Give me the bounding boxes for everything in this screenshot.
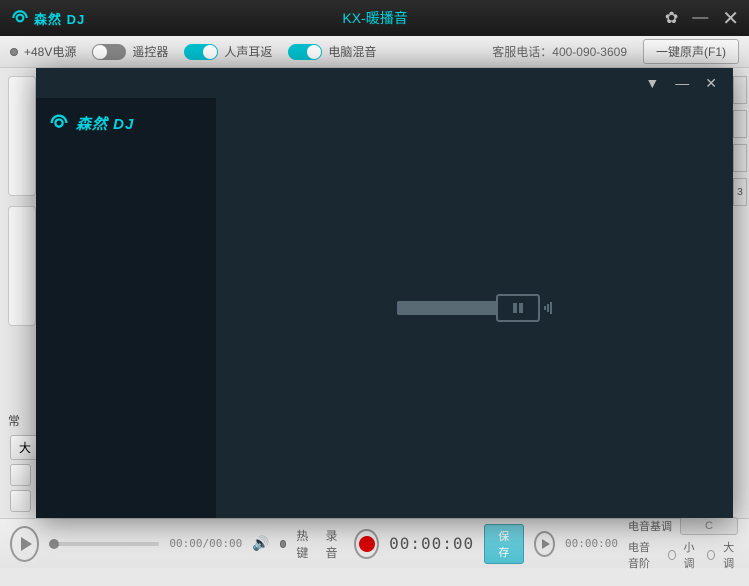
- pc-mix-label: 电脑混音: [328, 43, 376, 60]
- play-icon: [21, 537, 32, 551]
- pc-mix-toggle-group: 电脑混音: [288, 43, 376, 60]
- support-phone: 客服电话：400-090-3609: [492, 43, 627, 60]
- left-panel: [8, 76, 36, 336]
- save-button[interactable]: 保存: [484, 524, 523, 564]
- overlay-main: [216, 98, 733, 518]
- overlay-logo: 森然 DJ: [48, 112, 204, 134]
- volume-icon[interactable]: 🔊: [252, 535, 269, 552]
- tune-section: 电音基调 C 电音音阶 小调 大调: [628, 517, 739, 571]
- tune-key-dropdown[interactable]: C: [680, 517, 738, 535]
- play-recording-button[interactable]: [534, 531, 555, 557]
- device-overlay: ▼ — ✕ 森然 DJ: [36, 68, 733, 518]
- record-time: 00:00:00: [389, 534, 474, 553]
- play-icon: [542, 539, 550, 549]
- logo-text: 森然 DJ: [34, 9, 85, 28]
- usb-icon: [397, 294, 552, 322]
- bottom-bar: 00:00/00:00 🔊 热键 录音 00:00:00 保存 00:00:00…: [0, 518, 749, 568]
- major-label: 大调: [723, 539, 739, 571]
- record-icon: [359, 536, 375, 552]
- settings-icon[interactable]: ✿: [665, 8, 678, 28]
- right-tab[interactable]: [733, 144, 747, 172]
- overlay-header: ▼ — ✕: [36, 68, 733, 98]
- playback-slider[interactable]: [49, 542, 159, 546]
- logo-icon: [48, 112, 70, 134]
- dial-1[interactable]: [8, 76, 36, 196]
- remote-label: 遥控器: [132, 43, 168, 60]
- app-logo: 森然 DJ: [10, 8, 85, 28]
- window-controls: ✿ — ✕: [665, 6, 739, 31]
- right-tab-3[interactable]: 3: [733, 178, 747, 206]
- hotkey-led-icon: [280, 540, 287, 548]
- preset-button-empty2[interactable]: [10, 490, 31, 512]
- overlay-minimize-icon[interactable]: —: [675, 75, 689, 91]
- minimize-icon[interactable]: —: [692, 9, 708, 27]
- minor-label: 小调: [684, 539, 700, 571]
- remote-toggle-group: 遥控器: [92, 43, 168, 60]
- voice-return-label: 人声耳返: [224, 43, 272, 60]
- right-panel: 3: [733, 76, 747, 212]
- power-label: +48V电源: [24, 43, 76, 60]
- overlay-body: 森然 DJ: [36, 98, 733, 518]
- dial-2[interactable]: [8, 206, 36, 326]
- recording-playback-time: 00:00:00: [565, 537, 618, 550]
- overlay-dropdown-icon[interactable]: ▼: [645, 75, 659, 91]
- voice-return-toggle[interactable]: [184, 44, 218, 60]
- onekey-original-button[interactable]: 一键原声(F1): [643, 39, 739, 64]
- logo-icon: [10, 8, 30, 28]
- hotkey-label: 热键: [296, 527, 315, 561]
- playback-time: 00:00/00:00: [169, 537, 242, 550]
- power-led-icon: [10, 48, 18, 56]
- overlay-sidebar: 森然 DJ: [36, 98, 216, 518]
- record-button[interactable]: [354, 529, 379, 559]
- tune-title: 电音基调: [628, 518, 672, 534]
- close-icon[interactable]: ✕: [722, 6, 739, 31]
- voice-return-toggle-group: 人声耳返: [184, 43, 272, 60]
- title-bar: 森然 DJ KX-暖播音 ✿ — ✕: [0, 0, 749, 36]
- major-radio[interactable]: [707, 550, 715, 560]
- toolbar: +48V电源 遥控器 人声耳返 电脑混音 客服电话：400-090-3609 一…: [0, 36, 749, 68]
- tune-scale-label: 电音音阶: [628, 539, 660, 571]
- preset-button-empty1[interactable]: [10, 464, 31, 486]
- pc-mix-toggle[interactable]: [288, 44, 322, 60]
- phantom-power: +48V电源: [10, 43, 76, 60]
- minor-radio[interactable]: [668, 550, 676, 560]
- overlay-logo-text: 森然 DJ: [76, 113, 134, 134]
- right-tab[interactable]: [733, 76, 747, 104]
- right-tab[interactable]: [733, 110, 747, 138]
- record-label: 录音: [325, 527, 344, 561]
- overlay-close-icon[interactable]: ✕: [705, 75, 717, 92]
- window-title: KX-暖播音: [85, 8, 665, 28]
- remote-toggle[interactable]: [92, 44, 126, 60]
- play-button[interactable]: [10, 526, 39, 562]
